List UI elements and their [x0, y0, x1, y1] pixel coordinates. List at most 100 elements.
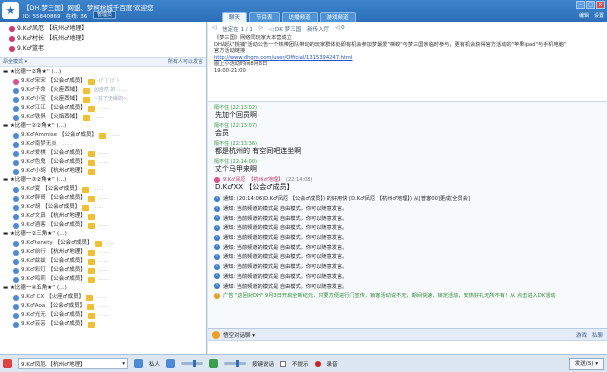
pinned-member[interactable]: 9.K♂村长 【杭州♂地理】	[0, 34, 206, 44]
message-input[interactable]	[208, 340, 607, 354]
user-icon	[13, 186, 19, 193]
list-item[interactable]: 9.K♂Aoa 【公会♂成员】 ……	[0, 302, 206, 311]
settings-button[interactable]: 设置	[594, 12, 604, 19]
member-role: 【杭州♂地理】	[47, 249, 86, 255]
list-item[interactable]: 9.K♂文真 【杭州♂地理】	[0, 212, 206, 221]
info-icon: i	[214, 195, 220, 202]
record-label[interactable]: 录音	[327, 360, 338, 368]
pinned-member[interactable]: 9.K♂篮老	[0, 44, 206, 54]
message-time: (22:14:08)	[286, 176, 313, 183]
tab-2[interactable]: 访播频道	[281, 12, 318, 22]
message-body: 先加个回员啊	[215, 111, 257, 119]
close-button[interactable]: ×	[596, 1, 605, 9]
group-header[interactable]: ▬ ★比德一②三角★'' (…)	[0, 230, 206, 239]
title-bar: ★ 【DH.梦三国】网盟、梦柯杭城千百度'欢迎您 ID: 55840869 在线…	[0, 0, 607, 22]
member-list[interactable]: ▬ ★比德一②角★'' (…) 9.K♂宋宋 【公会♂成员】 (ﾃﾞ)ﾟ(ﾃﾞ) 9.K…	[0, 67, 206, 343]
announcement-home-button[interactable]: ◁ DK 梦三国	[269, 25, 301, 33]
no-prompt-checkbox[interactable]	[280, 360, 287, 367]
list-item[interactable]: 9.K♂爱棋 【公会♂成员】 ……	[0, 149, 206, 158]
self-chat-icon[interactable]	[134, 359, 143, 368]
list-mode-select[interactable]: 昂全模式 ▾	[3, 58, 27, 66]
group-header[interactable]: ▬ ★比德一④五角★'' (…)	[0, 284, 206, 293]
announcement-more-button[interactable]: ◁ 0	[335, 25, 344, 33]
list-item[interactable]: 9.K♂tenety 【公会♂成员】 ……	[0, 239, 206, 248]
list-item[interactable]: 9.K♂夏 【公会♂成员】 ……	[0, 185, 206, 194]
tab-1[interactable]: 节目表	[249, 12, 280, 22]
send-button[interactable]: 发送(S) ▾	[568, 357, 604, 370]
info-icon: i	[214, 244, 220, 251]
member-signature: ……	[98, 249, 109, 255]
emoticon-icon[interactable]	[212, 330, 220, 339]
maximize-button[interactable]: □	[586, 1, 595, 9]
list-item[interactable]: 9.K♂前行 【杭州♂地理】 ……	[0, 248, 206, 257]
minimize-button[interactable]: –	[576, 1, 585, 9]
list-item[interactable]: 9.K♂小胡 【杭州♂地理】	[0, 167, 206, 176]
member-role: 【公会♂成员】	[47, 258, 86, 264]
pinned-member[interactable]: 9.K♂凤厄 【杭州♂地理】	[0, 24, 206, 34]
tab-3[interactable]: 游戏频道	[319, 12, 356, 22]
tab-0[interactable]: 聊天	[222, 12, 248, 22]
group-header[interactable]: ▬ ★比德一③②角★'' (…)	[0, 176, 206, 185]
sender-name[interactable]: 9.K♂凤厄	[223, 176, 246, 183]
chat-mode-select[interactable]: 悟空对话聊 ▾	[223, 331, 255, 339]
game-button[interactable]: 游戏	[576, 331, 587, 339]
mic-slider[interactable]	[224, 360, 247, 367]
list-item[interactable]: 9.K♂胡 【公会♂成员】 ……	[0, 203, 206, 212]
group-header[interactable]: ▬ ★比德一②角★'' (…)	[0, 68, 206, 77]
member-role: 【杭州♂地理】	[47, 168, 86, 174]
system-notice: i 通知: 当前频道的模式是 自由模式，你可以随意发言。	[214, 213, 601, 223]
list-item[interactable]: 9.K♂芸芸 【公会♂成员】	[0, 320, 206, 329]
notice-text: 广告 "这回对DH" 9月3日开启全新纪元，只要方便进行门宣传，锁客活动说不无，…	[223, 293, 556, 300]
notice-text: 通知: (20:14:06)D.K♂凤厄 【公会♂成员】) 的好用快 [D.K♂…	[223, 196, 470, 203]
list-item[interactable]: 9.K♂小宝 【火座西域】 ~在了无缘的~	[0, 95, 206, 104]
list-item[interactable]: 9.K♂铁俱 【火焰西域】 ……	[0, 113, 206, 122]
list-item[interactable]: 9.K♂宋宋 【公会♂成员】 (ﾃﾞ)ﾟ(ﾃﾞ)	[0, 77, 206, 86]
user-icon	[13, 96, 19, 103]
list-item[interactable]: 9.K♂胖哥 【公会♂成员】 ……	[0, 194, 206, 203]
member-role: 【公会♂成员】	[47, 321, 86, 327]
user-icon	[13, 204, 19, 211]
list-item[interactable]: 9.K♂光无 【公会♂成员】 ……	[0, 311, 206, 320]
private-msg-button[interactable]: 私聊	[592, 331, 603, 339]
ad-notice[interactable]: ! 广告 "这回对DH" 9月3日开启全新纪元，只要方便进行门宣传，锁客活动说不无…	[214, 291, 601, 301]
ad-icon: !	[214, 292, 220, 299]
message-body: 会员	[215, 129, 229, 137]
list-item[interactable]: 9.K♂酒客 【公会♂成员】 ……	[0, 221, 206, 230]
list-item[interactable]: 9.K♂兹兹 【公会♂成员】 ……	[0, 257, 206, 266]
list-item[interactable]: 9.K♂南梦无炎 ……	[0, 140, 206, 149]
list-item[interactable]: 9.K♂ CX 【火座♂成员】 ……	[0, 293, 206, 302]
info-icon: i	[214, 234, 220, 241]
announcement-prev-button[interactable]: ◁	[212, 25, 216, 33]
user-icon	[13, 114, 19, 121]
notice-text: 通知: 当前频道的模式是 自由模式，你可以随意发言。	[223, 225, 348, 232]
member-signature: ……	[98, 195, 109, 201]
member-name: 9.K♂小胡	[21, 168, 46, 174]
push-to-talk-label[interactable]: 按键说话	[252, 360, 274, 368]
member-name: 9.K♂文真	[21, 213, 46, 219]
manager-button[interactable]: 管理员	[93, 11, 117, 19]
user-icon	[13, 213, 19, 220]
volume-slider[interactable]	[181, 360, 204, 367]
list-item[interactable]: 9.K♂Ammise 【公会♂成员】 ……	[0, 131, 206, 140]
self-chat-label[interactable]: 私人	[149, 360, 160, 368]
announcement-next-button[interactable]: ▷	[259, 25, 263, 33]
chat-log[interactable]: 隔不住 (22:13:02) 先加个回员啊 隔不住 (22:13:07) 会员 隔不住 …	[208, 102, 607, 328]
speaker-select[interactable]: 9.K♂凤厄 【杭州♂地理】 ▾	[18, 358, 128, 369]
announcement-news-button[interactable]: 新传入厅	[307, 25, 329, 33]
list-item[interactable]: 9.K♂鸣莉 【公会♂成员】 ……	[0, 275, 206, 284]
mic-icon[interactable]	[209, 359, 219, 368]
system-notice: i 通知: 当前频道的模式是 自由模式，你可以随意发言。	[214, 223, 601, 233]
group-header[interactable]: ▬ ★比德一②②角★'' (…)	[0, 122, 206, 131]
info-icon: i	[214, 215, 220, 222]
list-item[interactable]: 9.K♂江江 【公会♂成员】 ……	[0, 104, 206, 113]
member-name: 9.K♂兹兹	[21, 258, 46, 264]
edit-button[interactable]: 编辑	[579, 12, 589, 19]
record-icon[interactable]	[314, 360, 321, 367]
pinned-member-label: 9.K♂凤厄 【杭州♂地理】	[17, 25, 88, 32]
list-item[interactable]: 9.K♂色鬼 【公会♂成员】 ……	[0, 158, 206, 167]
volume-icon[interactable]	[166, 359, 176, 368]
member-signature: ……	[98, 312, 109, 318]
list-item[interactable]: 9.K♂彩灯 【公会♂成员】 ……	[0, 266, 206, 275]
list-item[interactable]: 9.K♂子命 【火座西域】 凶自然 的 ……	[0, 86, 206, 95]
member-name: 9.K♂光无	[21, 312, 46, 318]
